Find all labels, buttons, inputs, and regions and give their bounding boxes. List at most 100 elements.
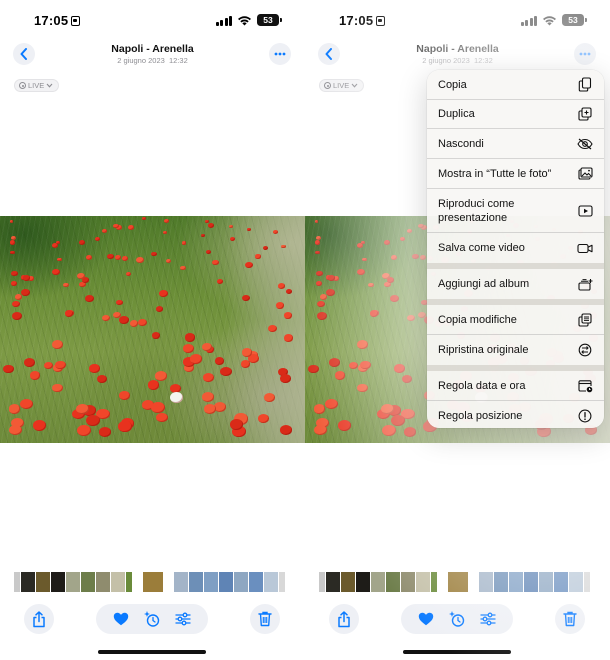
photo-viewer-menu-screen: 17:05 53 Napoli - Arenella 2 giugno 2023… xyxy=(305,0,610,660)
delete-button[interactable] xyxy=(250,604,280,634)
thumbnail[interactable] xyxy=(14,572,20,592)
menu-label: Salva come video xyxy=(438,242,525,254)
focus-icon xyxy=(71,16,81,26)
live-icon xyxy=(19,82,26,89)
poppy-flower xyxy=(180,265,186,270)
eye-slash-icon xyxy=(577,136,593,152)
poppy-flower xyxy=(8,404,21,414)
menu-item-nascondi[interactable]: Nascondi xyxy=(427,129,604,159)
status-indicators: 53 xyxy=(215,13,282,27)
poppy-flower xyxy=(275,302,285,309)
thumbnail[interactable] xyxy=(279,572,285,592)
poppy-flower xyxy=(204,404,217,414)
poppy-flower xyxy=(279,425,292,436)
sliders-icon[interactable] xyxy=(175,612,191,626)
poppy-flower xyxy=(201,392,215,402)
poppy-flower xyxy=(77,272,85,280)
poppy-flower xyxy=(155,306,163,312)
poppy-flower xyxy=(52,383,63,393)
thumbnail[interactable] xyxy=(189,572,203,592)
menu-item-ripristina-originale[interactable]: Ripristina originale xyxy=(427,335,604,365)
poppy-flower xyxy=(10,235,16,240)
thumbnail[interactable] xyxy=(81,572,95,592)
menu-label: Riproduci come presentazione xyxy=(438,197,515,224)
menu-label: Mostra in “Tutte le foto” xyxy=(438,167,552,180)
thumbnail[interactable] xyxy=(143,572,163,592)
home-indicator[interactable] xyxy=(98,650,206,654)
poppy-flower xyxy=(163,218,169,223)
menu-label: Ripristina originale xyxy=(438,344,529,356)
poppy-flower xyxy=(241,348,253,357)
thumbnail[interactable] xyxy=(264,572,278,592)
menu-label: Regola data e ora xyxy=(438,379,526,392)
poppy-flower xyxy=(150,251,157,257)
more-button[interactable] xyxy=(269,43,291,65)
thumbnail[interactable] xyxy=(234,572,248,592)
menu-item-riproduci-come-presentazione[interactable]: Riproduci come presentazione xyxy=(427,189,604,233)
poppy-flower xyxy=(267,324,277,333)
menu-item-mostra-in-tutte-le-foto[interactable]: Mostra in “Tutte le foto” xyxy=(427,159,604,189)
poppy-flower xyxy=(20,398,33,409)
thumbnail[interactable] xyxy=(164,572,173,592)
nav-bar: Napoli - Arenella 2 giugno 2023 12:32 xyxy=(0,40,305,70)
menu-item-duplica[interactable]: Duplica xyxy=(427,100,604,129)
menu-item-regola-data-e-ora[interactable]: Regola data e ora xyxy=(427,371,604,401)
share-button[interactable] xyxy=(24,604,54,634)
thumbnail-strip[interactable] xyxy=(14,572,290,592)
poppy-flower xyxy=(118,316,129,325)
thumbnail[interactable] xyxy=(51,572,65,592)
photo-viewer-screen: 17:05 53 Napoli - Arenella 2 giugno 2023… xyxy=(0,0,305,660)
poppy-flower xyxy=(230,236,236,241)
status-time: 17:05 xyxy=(34,13,81,28)
thumbnail[interactable] xyxy=(249,572,263,592)
battery-icon: 53 xyxy=(257,14,282,26)
poppy-flower xyxy=(242,294,251,301)
menu-item-salva-come-video[interactable]: Salva come video xyxy=(427,233,604,263)
poppy-flower xyxy=(190,354,202,364)
poppy-flower xyxy=(52,340,63,349)
poppy-flower xyxy=(89,364,100,373)
calendar-clock-icon xyxy=(577,378,593,394)
thumbnail[interactable] xyxy=(204,572,218,592)
poppy-flower xyxy=(21,289,30,296)
poppy-flower xyxy=(102,228,108,233)
menu-item-copia[interactable]: Copia xyxy=(427,70,604,100)
menu-item-regola-posizione[interactable]: Regola posizione xyxy=(427,401,604,428)
thumbnail[interactable] xyxy=(66,572,80,592)
heart-icon[interactable] xyxy=(113,612,129,626)
poppy-field-photo[interactable] xyxy=(0,216,305,443)
poppy-flower xyxy=(284,334,294,342)
poppy-flower xyxy=(3,364,14,374)
thumbnail[interactable] xyxy=(111,572,125,592)
poppy-flower xyxy=(159,290,168,297)
thumbnail[interactable] xyxy=(126,572,132,592)
menu-label: Copia xyxy=(438,78,467,91)
poppy-flower xyxy=(150,401,165,413)
menu-label: Nascondi xyxy=(438,137,484,150)
info-icon xyxy=(577,408,593,424)
poppy-flower xyxy=(207,223,214,229)
poppy-flower xyxy=(118,421,132,432)
signal-icon xyxy=(215,15,232,26)
poppy-flower xyxy=(280,374,292,383)
thumbnail[interactable] xyxy=(96,572,110,592)
menu-item-copia-modifiche[interactable]: Copia modifiche xyxy=(427,305,604,335)
poppy-flower xyxy=(255,254,261,259)
photo-datetime: 2 giugno 2023 12:32 xyxy=(117,56,188,65)
ellipsis-icon xyxy=(274,52,286,56)
menu-item-aggiungi-ad-album[interactable]: Aggiungi ad album xyxy=(427,269,604,299)
thumbnail[interactable] xyxy=(36,572,50,592)
thumbnail[interactable] xyxy=(133,572,142,592)
live-photo-badge[interactable]: LIVE xyxy=(14,79,60,92)
thumbnail[interactable] xyxy=(219,572,233,592)
poppy-flower xyxy=(220,366,233,376)
sparkle-edit-icon[interactable] xyxy=(143,610,161,628)
context-menu: Copia Duplica Nascondi Mostra in “Tutte … xyxy=(427,70,604,428)
thumbnail[interactable] xyxy=(21,572,35,592)
poppy-flower xyxy=(10,240,16,245)
poppy-flower xyxy=(129,319,139,327)
poppy-flower xyxy=(264,393,275,402)
share-icon xyxy=(33,610,45,627)
thumbnail[interactable] xyxy=(174,572,188,592)
live-label: LIVE xyxy=(28,81,45,90)
